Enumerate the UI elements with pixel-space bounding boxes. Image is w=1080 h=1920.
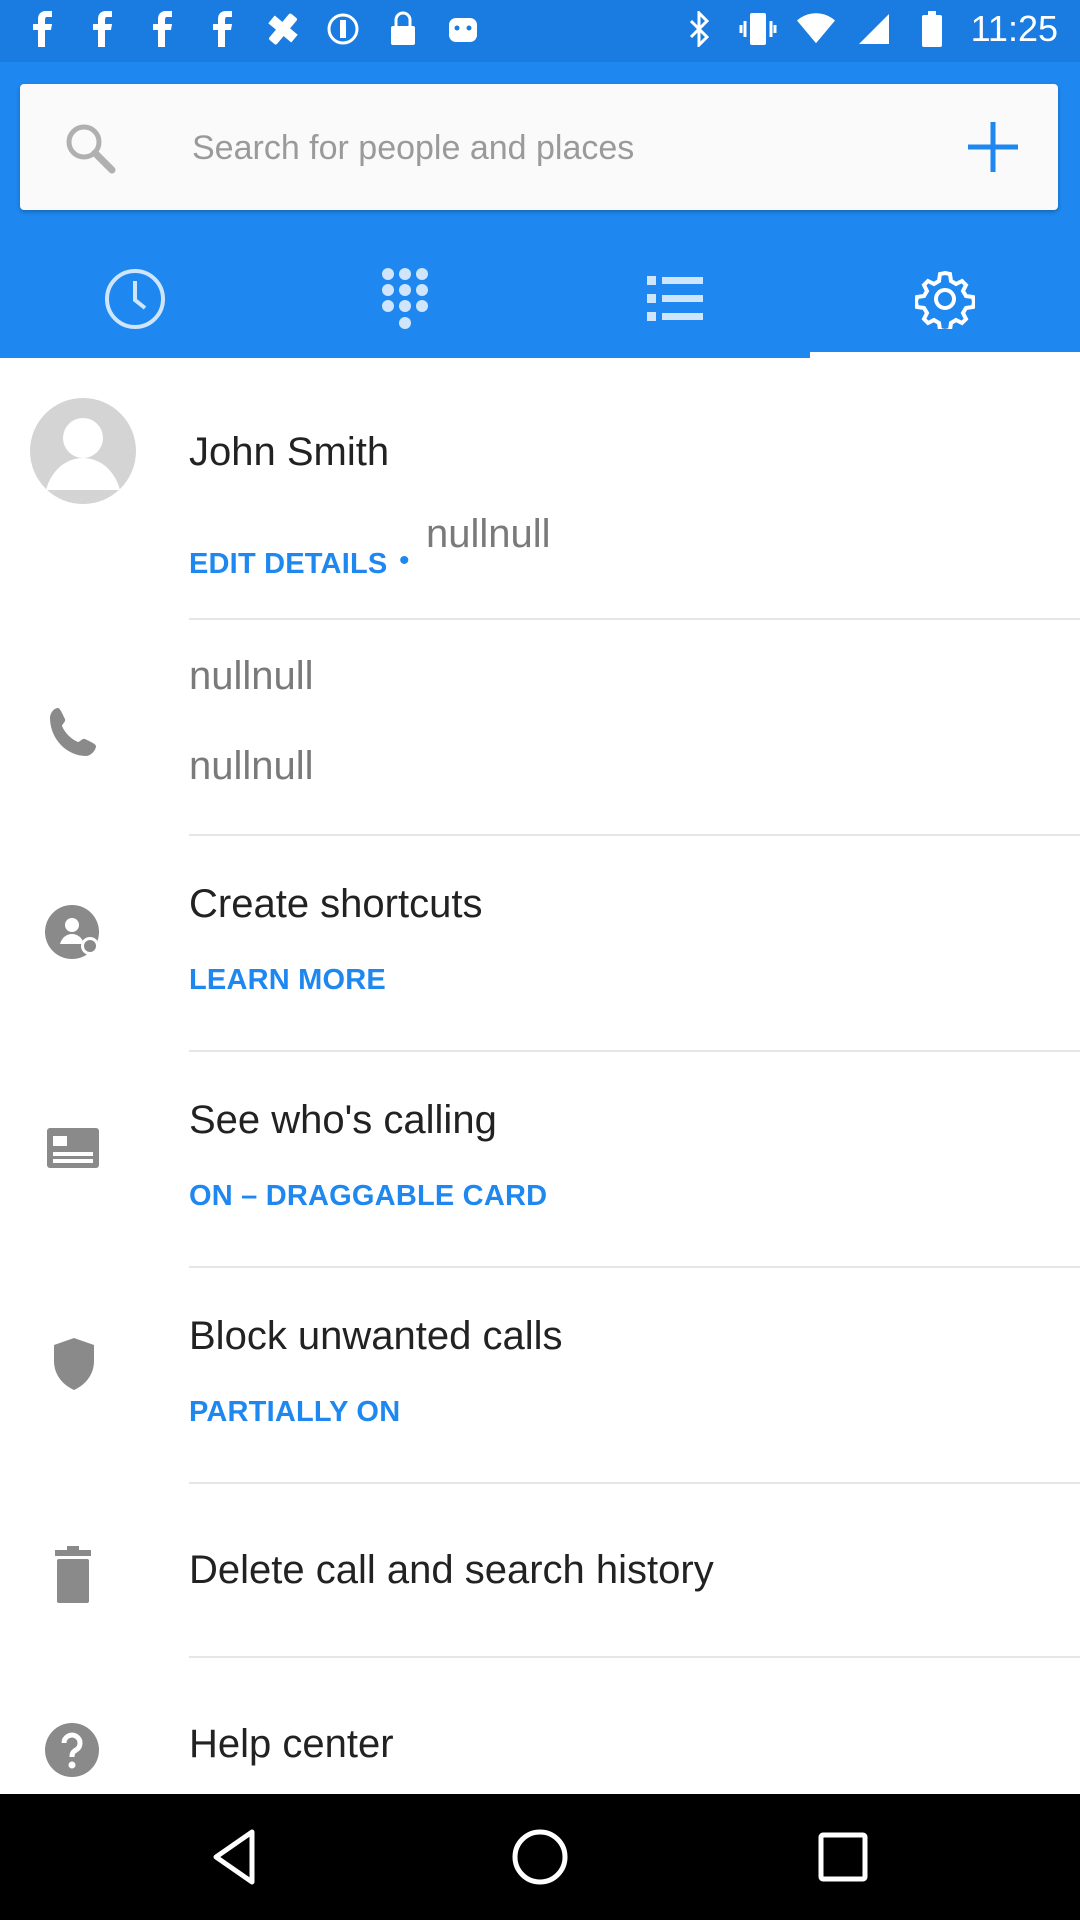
add-icon[interactable] (958, 112, 1028, 182)
tab-contacts[interactable] (540, 240, 810, 358)
block-calls-status[interactable]: PARTIALLY ON (189, 1396, 400, 1429)
edit-details-link[interactable]: EDIT DETAILS (189, 548, 387, 581)
facebook-icon (24, 10, 62, 48)
caller-id-row[interactable]: See who's calling ON – DRAGGABLE CARD (0, 1052, 1080, 1268)
settings-icon (324, 10, 362, 48)
avatar-icon (30, 398, 136, 504)
search-bar[interactable] (20, 84, 1058, 210)
home-icon[interactable] (505, 1822, 575, 1892)
delete-history-row[interactable]: Delete call and search history (0, 1484, 1080, 1658)
phone-line-2: nullnull (189, 744, 314, 788)
item-title: Delete call and search history (189, 1548, 714, 1592)
settings-list: John Smith EDIT DETAILS • nullnull nulln… (0, 358, 1080, 1808)
shield-icon (54, 1338, 94, 1390)
back-icon[interactable] (200, 1822, 270, 1892)
phone-row[interactable]: nullnull nullnull (0, 620, 1080, 836)
dialpad-icon (382, 268, 428, 329)
fake-gps-icon (264, 10, 302, 48)
app-header (0, 62, 1080, 358)
battery-icon (913, 10, 951, 48)
vibrate-icon (739, 10, 777, 48)
signal-icon (855, 10, 893, 48)
tab-dialpad[interactable] (270, 240, 540, 358)
clock-icon (105, 269, 165, 329)
tab-bar (0, 240, 1080, 358)
help-icon (45, 1723, 99, 1777)
profile-row[interactable]: John Smith EDIT DETAILS • nullnull (0, 358, 1080, 620)
android-icon (444, 10, 482, 48)
card-icon (47, 1128, 99, 1168)
shortcut-icon (45, 905, 99, 959)
item-title: See who's calling (189, 1098, 497, 1142)
list-icon (647, 276, 703, 321)
tab-settings[interactable] (810, 240, 1080, 358)
system-nav-bar (0, 1794, 1080, 1920)
item-title: Block unwanted calls (189, 1314, 563, 1358)
status-time: 11:25 (970, 8, 1058, 49)
wifi-icon (796, 10, 835, 48)
lock-icon (384, 10, 422, 48)
help-center-row[interactable]: Help center (0, 1658, 1080, 1808)
search-input[interactable] (190, 114, 934, 182)
search-icon[interactable] (60, 118, 120, 178)
create-shortcuts-row[interactable]: Create shortcuts LEARN MORE (0, 836, 1080, 1052)
gear-icon (915, 270, 975, 329)
tab-recent[interactable] (0, 240, 270, 358)
recents-icon[interactable] (808, 1822, 878, 1892)
separator-dot: • (399, 544, 410, 577)
item-title: Help center (189, 1722, 394, 1766)
phone-line-1: nullnull (189, 654, 314, 698)
status-bar: 11:25 (0, 0, 1080, 62)
caller-id-status[interactable]: ON – DRAGGABLE CARD (189, 1180, 547, 1213)
block-calls-row[interactable]: Block unwanted calls PARTIALLY ON (0, 1268, 1080, 1484)
bluetooth-icon (681, 10, 719, 48)
facebook-icon (144, 10, 182, 48)
facebook-icon (204, 10, 242, 48)
item-title: Create shortcuts (189, 882, 483, 926)
phone-icon (50, 708, 96, 756)
facebook-icon (84, 10, 122, 48)
profile-value: nullnull (426, 512, 551, 556)
profile-name: John Smith (189, 430, 390, 474)
learn-more-link[interactable]: LEARN MORE (189, 964, 386, 997)
trash-icon (55, 1546, 91, 1603)
